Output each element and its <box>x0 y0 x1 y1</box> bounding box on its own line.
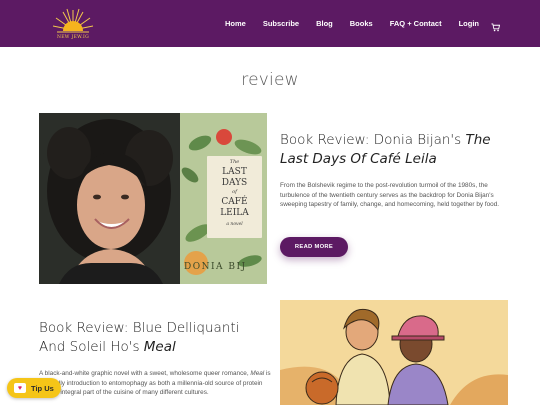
post-2-image[interactable] <box>280 300 508 405</box>
cover-author: DONIA BIJ <box>184 262 247 272</box>
post-1-excerpt: From the Bolshevik regime to the post-re… <box>280 182 500 208</box>
cover-subtitle: a novel <box>226 222 243 227</box>
book-cover: The LAST DAYS of CAFÉ LEILA a novel DONI… <box>180 113 267 284</box>
nav-subscribe[interactable]: Subscribe <box>263 19 299 28</box>
post-2-excerpt: A black-and-white graphic novel with a s… <box>39 369 271 405</box>
nav-blog[interactable]: Blog <box>316 19 333 28</box>
read-more-button[interactable]: READ MORE <box>280 237 348 257</box>
main-nav: Home Subscribe Blog Books FAQ + Contact … <box>225 0 501 47</box>
nav-faq-contact[interactable]: FAQ + Contact <box>390 19 442 28</box>
cover-cafe: CAFÉ <box>221 197 248 207</box>
post-2-excerpt-romance: romance, <box>221 370 251 377</box>
post-2-excerpt-meal: Meal <box>250 370 265 377</box>
sun-logo-icon <box>52 8 94 33</box>
post-2-title-italic: Meal <box>143 339 176 355</box>
post-1-image[interactable]: The LAST DAYS of CAFÉ LEILA a novel DONI… <box>39 113 267 284</box>
cover-days: DAYS <box>221 178 248 188</box>
post-2-excerpt-line1: A black-and-white graphic novel with a s… <box>39 370 221 377</box>
logo-text: NEW JEW.IG <box>56 35 89 40</box>
post-1-title-text: Book Review: Donia Bijan's <box>280 132 466 148</box>
site-header: NEW JEW.IG Home Subscribe Blog Books FAQ… <box>0 0 540 47</box>
nav-home[interactable]: Home <box>225 19 246 28</box>
cover-last: LAST <box>222 167 247 177</box>
tip-us-button[interactable]: ♥ Tip Us <box>7 378 61 398</box>
heart-icon: ♥ <box>14 383 26 393</box>
nav-login[interactable]: Login <box>459 19 479 28</box>
tip-us-label: Tip Us <box>31 383 54 393</box>
page-title: review <box>241 70 299 90</box>
post-2-title-text: Book Review: Blue Delliquanti And Soleil… <box>39 320 240 355</box>
nav-books[interactable]: Books <box>350 19 373 28</box>
cart-icon[interactable] <box>491 19 501 32</box>
post-2-title[interactable]: Book Review: Blue Delliquanti And Soleil… <box>39 319 269 357</box>
cover-leila: LEILA <box>220 208 249 218</box>
post-1-title[interactable]: Book Review: Donia Bijan's The Last Days… <box>280 131 510 169</box>
cover-of: of <box>232 189 237 195</box>
author-portrait <box>39 113 180 284</box>
site-logo[interactable]: NEW JEW.IG <box>51 6 95 44</box>
cover-the: The <box>229 159 240 165</box>
